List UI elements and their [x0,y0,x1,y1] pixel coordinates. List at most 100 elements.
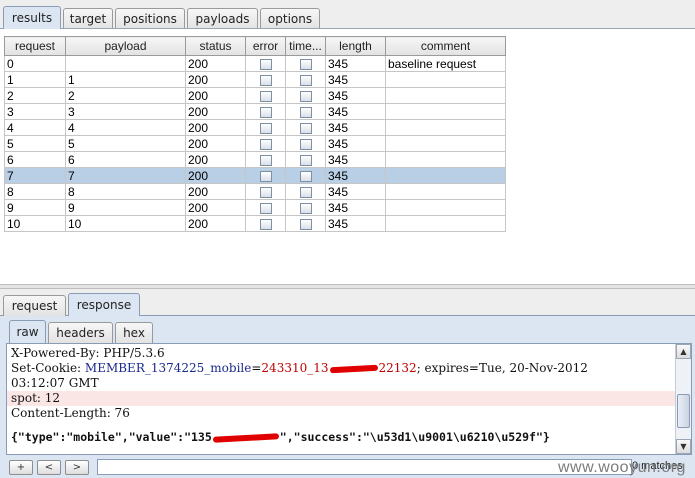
header-content-length: Content-Length: 76 [11,406,130,420]
cell-status: 200 [185,135,246,152]
scroll-up-arrow-icon[interactable]: ▲ [676,344,691,359]
cell-comment [385,135,506,152]
tab-positions[interactable]: positions [115,8,185,29]
col-header-timeout[interactable]: time... [285,36,326,56]
cell-payload: 9 [65,199,186,216]
error-checkbox[interactable] [259,106,272,118]
cell-status: 200 [185,199,246,216]
view-tab-strip: raw headers hex [9,320,155,343]
tab-results[interactable]: results [3,6,61,29]
table-row[interactable]: 5 5 200 345 [4,135,506,152]
cell-payload: 6 [65,151,186,168]
error-checkbox[interactable] [259,202,272,214]
col-header-error[interactable]: error [245,36,286,56]
cookie-expires: ; expires=Tue, 20-Nov-2012 [416,361,588,375]
tab-request[interactable]: request [3,295,66,316]
scroll-thumb[interactable] [677,394,690,428]
timeout-checkbox[interactable] [299,202,312,214]
table-row[interactable]: 6 6 200 345 [4,151,506,168]
message-tab-strip: request response [3,293,142,316]
cell-timeout [285,199,326,216]
cell-error [245,199,286,216]
error-checkbox[interactable] [259,218,272,230]
panel-splitter[interactable] [0,284,695,289]
table-row[interactable]: 2 2 200 345 [4,87,506,104]
table-row[interactable]: 7 7 200 345 [4,167,506,184]
table-row[interactable]: 1 1 200 345 [4,71,506,88]
timeout-checkbox[interactable] [299,58,312,70]
scroll-down-arrow-icon[interactable]: ▼ [676,439,691,454]
table-row[interactable]: 8 8 200 345 [4,183,506,200]
cell-request: 8 [4,183,66,200]
table-row[interactable]: 10 10 200 345 [4,215,506,232]
cell-error [245,119,286,136]
tab-headers[interactable]: headers [48,322,113,343]
cell-error [245,103,286,120]
cell-timeout [285,87,326,104]
cell-payload: 7 [65,167,186,184]
cell-status: 200 [185,55,246,72]
search-input[interactable] [97,459,632,475]
search-next-button[interactable]: > [65,459,89,475]
timeout-checkbox[interactable] [299,154,312,166]
vertical-scrollbar[interactable]: ▲ ▼ [675,344,691,454]
search-prev-button[interactable]: < [37,459,61,475]
cell-request: 2 [4,87,66,104]
timeout-checkbox[interactable] [299,138,312,150]
error-checkbox[interactable] [259,186,272,198]
tab-response[interactable]: response [68,293,140,316]
cell-length: 345 [325,135,386,152]
tab-hex[interactable]: hex [115,322,153,343]
cell-timeout [285,71,326,88]
cell-timeout [285,215,326,232]
redaction-mark [329,364,378,373]
error-checkbox[interactable] [259,154,272,166]
top-tab-strip: results target positions payloads option… [3,6,322,29]
timeout-checkbox[interactable] [299,90,312,102]
timeout-checkbox[interactable] [299,122,312,134]
tab-target[interactable]: target [63,8,113,29]
response-text: X-Powered-By: PHP/5.3.6 Set-Cookie: MEMB… [7,346,675,445]
cell-error [245,183,286,200]
timeout-checkbox[interactable] [299,170,312,182]
col-header-comment[interactable]: comment [385,36,506,56]
table-row[interactable]: 9 9 200 345 [4,199,506,216]
timeout-checkbox[interactable] [299,186,312,198]
col-header-request[interactable]: request [4,36,66,56]
col-header-length[interactable]: length [325,36,386,56]
error-checkbox[interactable] [259,170,272,182]
error-checkbox[interactable] [259,74,272,86]
col-header-payload[interactable]: payload [65,36,186,56]
tab-raw[interactable]: raw [9,320,46,343]
error-checkbox[interactable] [259,90,272,102]
cell-request: 6 [4,151,66,168]
cell-status: 200 [185,167,246,184]
timeout-checkbox[interactable] [299,218,312,230]
cell-comment [385,71,506,88]
timeout-checkbox[interactable] [299,106,312,118]
header-powered-by: X-Powered-By: PHP/5.3.6 [11,346,165,360]
table-row[interactable]: 3 3 200 345 [4,103,506,120]
error-checkbox[interactable] [259,138,272,150]
cell-timeout [285,167,326,184]
cell-comment [385,87,506,104]
cell-comment [385,119,506,136]
cell-length: 345 [325,199,386,216]
cell-error [245,167,286,184]
error-checkbox[interactable] [259,58,272,70]
search-add-button[interactable]: + [9,459,33,475]
col-header-status[interactable]: status [185,36,246,56]
tab-options[interactable]: options [260,8,320,29]
set-cookie-prefix: Set-Cookie: [11,361,85,375]
cell-length: 345 [325,103,386,120]
timeout-checkbox[interactable] [299,74,312,86]
error-checkbox[interactable] [259,122,272,134]
cell-timeout [285,151,326,168]
cell-comment: baseline request [385,55,506,72]
table-row[interactable]: 0 200 345 baseline request [4,55,506,72]
table-row[interactable]: 4 4 200 345 [4,119,506,136]
cell-length: 345 [325,183,386,200]
cell-timeout [285,103,326,120]
tab-payloads[interactable]: payloads [187,8,258,29]
response-raw-viewer[interactable]: X-Powered-By: PHP/5.3.6 Set-Cookie: MEMB… [6,343,692,455]
